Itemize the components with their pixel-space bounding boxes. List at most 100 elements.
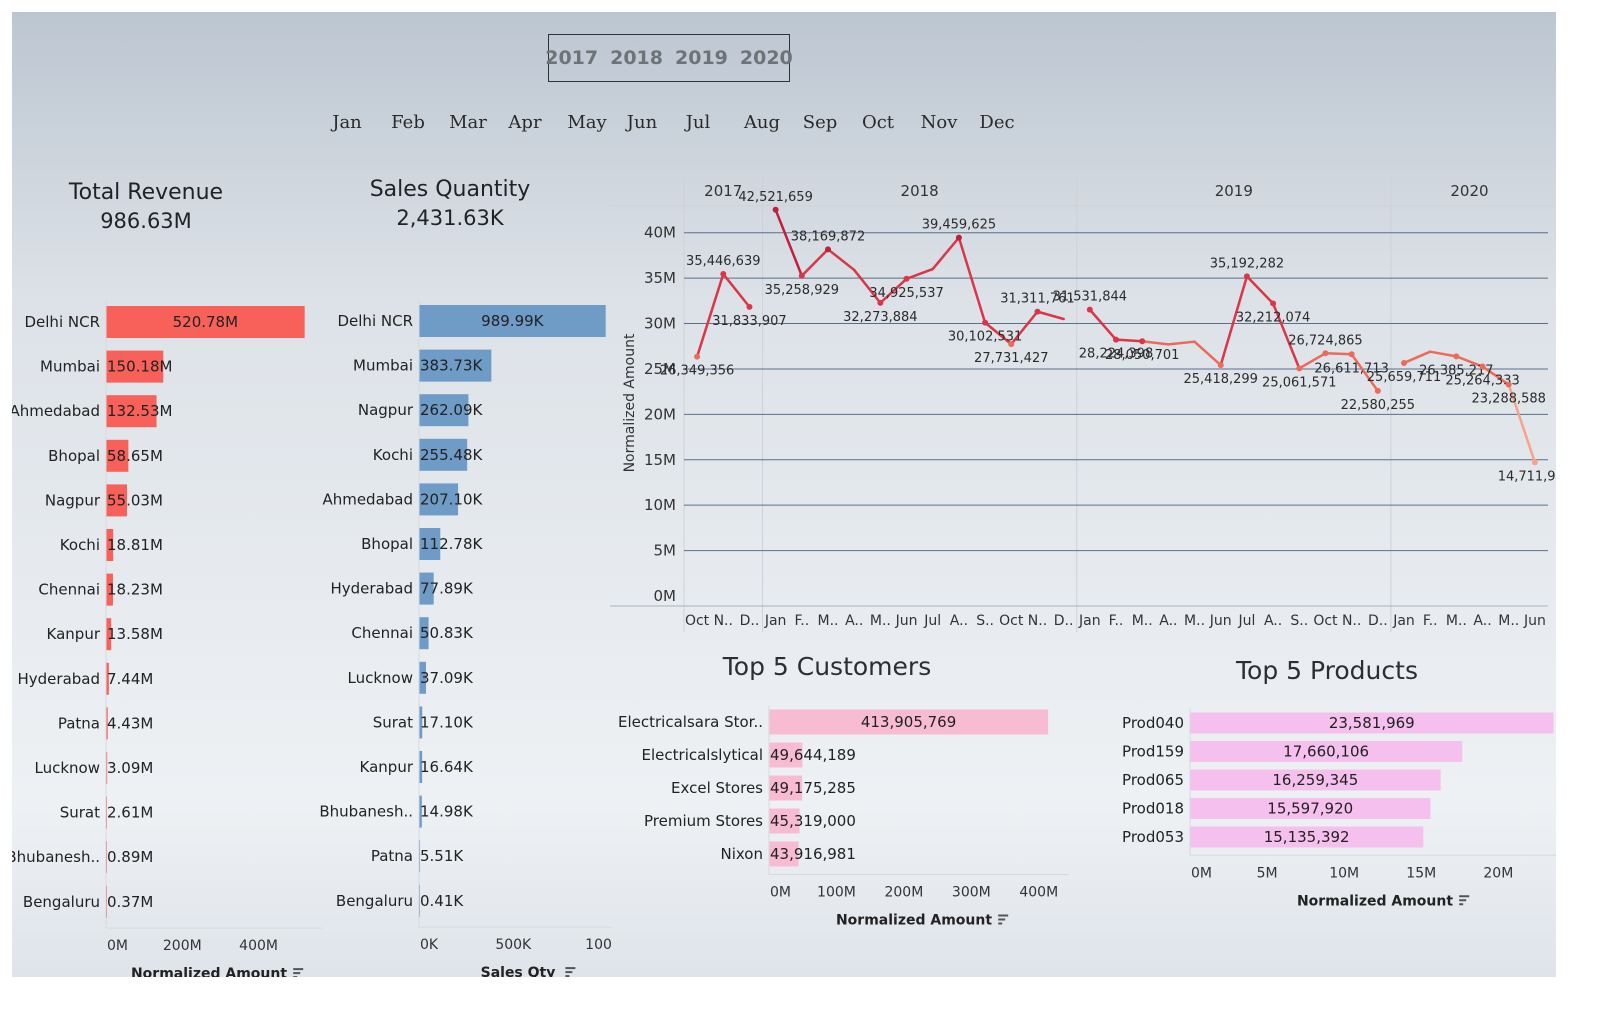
month-filter-jan[interactable]: Jan	[332, 112, 362, 133]
category-label: Nagpur	[358, 401, 414, 419]
category-label: Patna	[58, 714, 100, 732]
trend-data-label: 28,050,701	[1105, 348, 1179, 363]
x-tick-label: 5M	[1257, 865, 1278, 881]
sort-icon[interactable]	[1459, 895, 1470, 906]
trend-line-segment	[957, 236, 987, 324]
trend-point[interactable]	[1034, 308, 1041, 315]
month-filter-oct[interactable]: Oct	[862, 112, 894, 133]
trend-point[interactable]	[825, 246, 831, 253]
data-label: 45,319,000	[770, 812, 856, 830]
trend-data-label: 14,711,976	[1498, 469, 1556, 484]
trend-point[interactable]	[903, 275, 910, 282]
top-customers-title: Top 5 Customers	[722, 652, 932, 681]
month-filter-nov[interactable]: Nov	[921, 112, 958, 133]
data-label: 0.41K	[420, 892, 464, 910]
trend-point[interactable]	[1453, 353, 1460, 360]
y-tick-label: 30M	[644, 315, 676, 333]
x-tick-label: F..	[1423, 613, 1438, 629]
year-filter-2019[interactable]: 2019	[675, 47, 728, 69]
x-tick-label: D..	[1054, 613, 1074, 629]
sort-icon[interactable]	[293, 968, 304, 977]
x-tick-label: Jan	[1078, 613, 1101, 629]
trend-point[interactable]	[1139, 338, 1146, 345]
x-tick-label: Oct	[1313, 613, 1338, 629]
trend-line-segment	[905, 267, 934, 281]
data-label: 37.09K	[420, 669, 474, 687]
category-label: Surat	[373, 713, 413, 731]
trend-point[interactable]	[1296, 365, 1303, 372]
month-filter-jul[interactable]: Jul	[686, 112, 711, 133]
month-filter-dec[interactable]: Dec	[979, 112, 1014, 133]
x-tick-label: D..	[1368, 613, 1388, 629]
sort-icon[interactable]	[998, 914, 1009, 925]
year-filter-2020[interactable]: 2020	[740, 47, 793, 69]
trend-point[interactable]	[1008, 341, 1015, 348]
month-filter-apr[interactable]: Apr	[508, 112, 541, 133]
category-label: Chennai	[38, 581, 100, 599]
trend-point[interactable]	[1505, 381, 1512, 388]
trend-point[interactable]	[1322, 350, 1329, 357]
x-tick-label: 100M	[817, 885, 856, 901]
trend-data-label: 38,169,872	[791, 229, 865, 244]
month-filter-aug[interactable]: Aug	[744, 112, 780, 133]
revenue-trend-chart: 2017 2018 2019 20200M5M10M15M20M25M30M35M40…	[610, 176, 1556, 632]
trend-data-label: 25,418,299	[1184, 372, 1258, 387]
trend-point[interactable]	[955, 234, 962, 241]
trend-point[interactable]	[1374, 387, 1381, 394]
category-label: Excel Stores	[671, 779, 763, 797]
trend-point[interactable]	[1243, 273, 1250, 280]
data-label: 16.64K	[420, 758, 474, 776]
trend-point[interactable]	[798, 272, 805, 279]
data-label: 7.44M	[107, 670, 153, 688]
y-tick-label: 0M	[654, 587, 677, 605]
y-tick-label: 15M	[644, 451, 676, 469]
month-filter-may[interactable]: May	[567, 112, 606, 133]
trend-point[interactable]	[1086, 306, 1093, 313]
year-filter-2017[interactable]: 2017	[545, 47, 598, 69]
data-label: 16,259,345	[1272, 771, 1358, 789]
month-filter-feb[interactable]: Feb	[391, 112, 425, 133]
trend-point[interactable]	[1401, 359, 1407, 366]
trend-data-label: 25,061,571	[1262, 375, 1336, 390]
trend-point[interactable]	[1217, 362, 1224, 369]
data-label: 255.48K	[420, 446, 483, 464]
trend-point[interactable]	[1479, 363, 1486, 370]
trend-data-label: 39,459,625	[922, 218, 996, 233]
sales-quantity-title: Sales Quantity	[369, 177, 531, 202]
category-label: Bhopal	[361, 535, 413, 553]
category-label: Prod040	[1122, 714, 1184, 732]
category-label: Bhopal	[48, 447, 100, 465]
month-filter-mar[interactable]: Mar	[449, 112, 487, 133]
total-revenue-title: Total Revenue	[68, 180, 224, 205]
month-filter-jun[interactable]: Jun	[627, 112, 657, 133]
category-label: Surat	[60, 804, 100, 822]
trend-line-segment	[1402, 350, 1432, 365]
data-label: 112.78K	[420, 535, 483, 553]
category-label: Nixon	[721, 845, 764, 863]
trend-point[interactable]	[1531, 459, 1538, 466]
category-label: Ahmedabad	[322, 490, 413, 508]
sort-icon[interactable]	[565, 967, 576, 977]
trend-point[interactable]	[746, 303, 753, 310]
data-label: 17.10K	[420, 713, 474, 731]
trend-point[interactable]	[1270, 300, 1277, 307]
year-filter-2018[interactable]: 2018	[610, 47, 663, 69]
trend-point[interactable]	[1348, 351, 1355, 358]
y-tick-label: 35M	[644, 269, 676, 287]
category-label: Prod018	[1122, 800, 1184, 818]
category-label: Nagpur	[45, 491, 101, 509]
category-label: Kanpur	[47, 625, 101, 643]
trend-line-segment	[722, 272, 751, 309]
trend-data-label: 23,288,588	[1472, 391, 1546, 406]
trend-point[interactable]	[982, 319, 989, 326]
category-label: Delhi NCR	[24, 313, 100, 331]
trend-point[interactable]	[1113, 336, 1119, 343]
trend-point[interactable]	[694, 353, 701, 360]
category-label: Hyderabad	[18, 670, 101, 688]
x-tick-label: 0M	[1191, 865, 1212, 881]
month-filter-sep[interactable]: Sep	[803, 112, 838, 133]
x-tick-label: A..	[1264, 613, 1282, 629]
trend-point[interactable]	[720, 271, 727, 278]
x-tick-label: 1000K	[585, 937, 612, 953]
trend-point[interactable]	[772, 206, 779, 213]
